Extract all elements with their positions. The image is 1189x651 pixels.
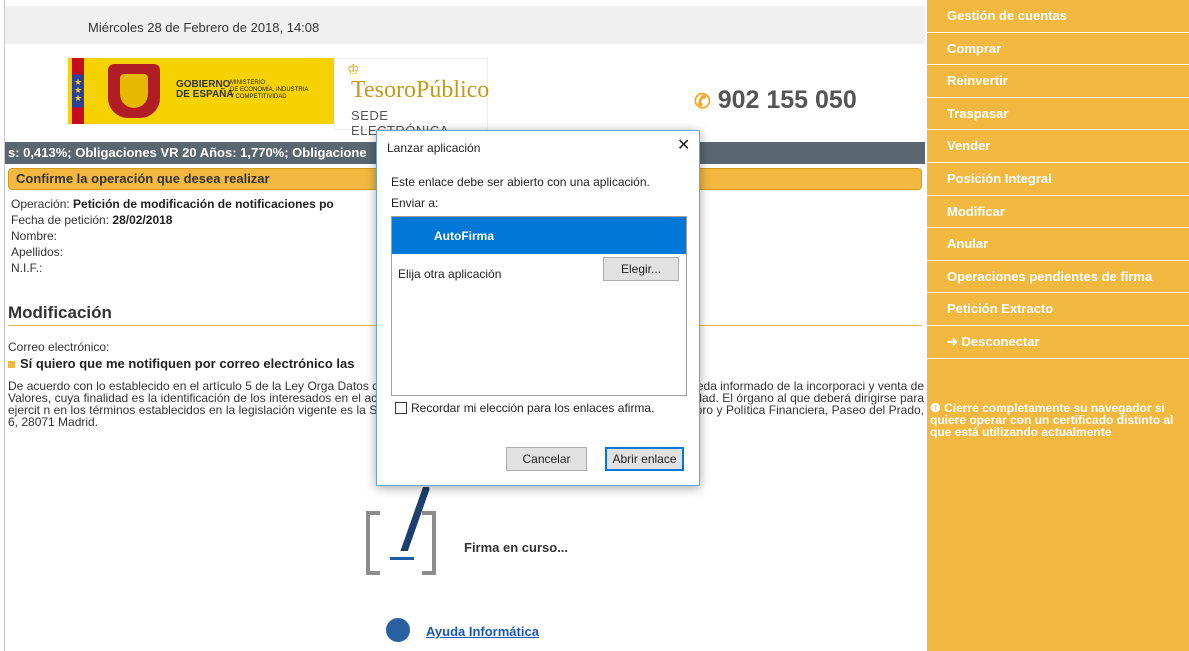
- tesoro-wordmark: TesoroPúblico: [351, 77, 490, 103]
- app-list: AutoFirma Elija otra aplicación Elegir..…: [391, 216, 687, 396]
- sidebar-item-gestion-cuentas[interactable]: Gestión de cuentas: [927, 0, 1189, 33]
- sidebar-item-anular[interactable]: Anular: [927, 228, 1189, 261]
- crown-icon: ♔: [347, 61, 360, 77]
- checkbox-icon[interactable]: [395, 402, 407, 414]
- fecha-row: Fecha de petición: 28/02/2018: [11, 213, 173, 227]
- sidebar-item-modificar[interactable]: Modificar: [927, 196, 1189, 229]
- phone-text: 902 155 050: [717, 86, 857, 114]
- pen-icon: [400, 487, 430, 551]
- choose-button[interactable]: Elegir...: [603, 257, 679, 281]
- ministerio-label: MINISTERIO DE ECONOMÍA, INDUSTRIA Y COMP…: [230, 80, 309, 100]
- dialog-message: Este enlace debe ser abierto con una apl…: [391, 175, 650, 189]
- dialog-title: Lanzar aplicación: [387, 141, 481, 155]
- coat-of-arms-icon: [108, 64, 160, 118]
- operation-fields: Operación: Petición de modificación de n…: [11, 196, 334, 276]
- remember-choice-checkbox[interactable]: Recordar mi elección para los enlaces af…: [395, 401, 654, 415]
- apellidos-row: Apellidos:: [11, 245, 64, 259]
- email-label: Correo electrónico:: [8, 340, 110, 354]
- nombre-row: Nombre:: [11, 229, 58, 243]
- sidebar-item-reinvertir[interactable]: Reinvertir: [927, 65, 1189, 98]
- sidebar-item-peticion-extracto[interactable]: Petición Extracto: [927, 293, 1189, 326]
- app-item-other[interactable]: Elija otra aplicación: [398, 267, 501, 281]
- sidebar-item-comprar[interactable]: Comprar: [927, 33, 1189, 66]
- sidebar-item-posicion-integral[interactable]: Posición Integral: [927, 163, 1189, 196]
- operacion-row: Operación: Petición de modificación de n…: [11, 197, 334, 211]
- sidebar-item-desconectar[interactable]: ➜ Desconectar: [927, 326, 1189, 359]
- phone-number: ✆ 902 155 050: [694, 86, 857, 115]
- app-item-autofirma[interactable]: AutoFirma: [392, 217, 686, 254]
- nif-row: N.I.F.:: [11, 261, 43, 275]
- current-date: Miércoles 28 de Febrero de 2018, 14:08: [88, 20, 320, 35]
- gear-help-icon[interactable]: [386, 618, 410, 642]
- left-divider: [4, 0, 5, 651]
- firma-status: Firma en curso...: [464, 540, 569, 555]
- logout-icon: ➜: [947, 333, 962, 349]
- sidebar-item-vender[interactable]: Vender: [927, 130, 1189, 163]
- sidebar-item-traspasar[interactable]: Traspasar: [927, 98, 1189, 131]
- tesoro-logo: ♔ TesoroPúblico SEDE ELECTRÓNICA: [334, 58, 490, 138]
- confirm-banner-text: Confirme la operación que desea realizar: [16, 171, 270, 186]
- gobierno-logo: ★ ★ ★ GOBIERNO DE ESPAÑA MINISTERIO DE ECO…: [68, 58, 334, 124]
- launch-app-dialog: Lanzar aplicación ✕ Este enlace debe ser…: [376, 130, 700, 486]
- bullet-icon: [8, 361, 15, 368]
- email-option[interactable]: Sí quiero que me notifiquen por correo e…: [8, 356, 354, 371]
- ayuda-link[interactable]: Ayuda Informática: [426, 624, 539, 639]
- gobierno-label: GOBIERNO DE ESPAÑA: [176, 79, 234, 100]
- operacion-value: Petición de modificación de notificacion…: [73, 197, 334, 211]
- page: Miércoles 28 de Febrero de 2018, 14:08 ★…: [0, 0, 1189, 651]
- section-title: Modificación: [8, 303, 112, 322]
- close-icon[interactable]: ✕: [677, 135, 690, 155]
- eu-stars-icon: ★ ★ ★: [74, 77, 83, 103]
- open-link-button[interactable]: Abrir enlace: [605, 447, 684, 471]
- sidebar-item-operaciones-pendientes[interactable]: Operaciones pendientes de firma: [927, 261, 1189, 294]
- fecha-value: 28/02/2018: [112, 213, 173, 227]
- phone-icon: ✆: [694, 91, 711, 113]
- sidebar-note: ❶ Cierre completamente su navegador si q…: [930, 401, 1174, 439]
- signature-pen-icon: [366, 487, 436, 575]
- send-to-label: Enviar a:: [391, 196, 439, 210]
- cancel-button[interactable]: Cancelar: [506, 447, 587, 471]
- sidebar: Gestión de cuentas Comprar Reinvertir Tr…: [927, 0, 1189, 651]
